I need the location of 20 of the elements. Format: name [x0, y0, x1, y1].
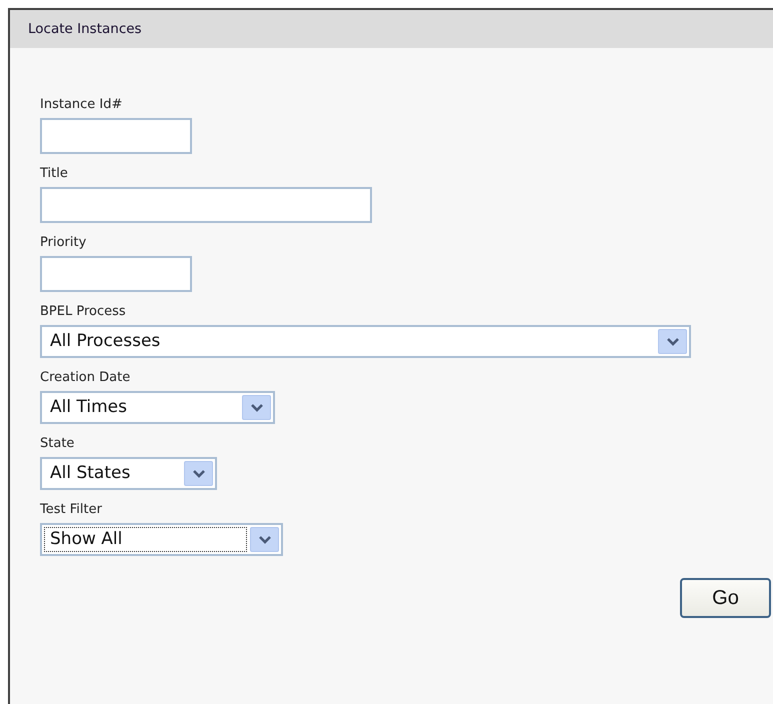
go-button[interactable]: Go [680, 578, 771, 618]
field-label: Title [40, 165, 69, 182]
dropdown[interactable]: Show All [40, 523, 283, 556]
chevron-down-icon[interactable] [184, 461, 213, 486]
panel-title: Locate Instances [28, 20, 142, 39]
dropdown[interactable]: All States [40, 457, 217, 490]
dropdown[interactable]: All Processes [40, 325, 691, 358]
field-label: Instance Id# [40, 96, 124, 113]
chevron-down-icon[interactable] [250, 527, 279, 552]
field-label: Test Filter [40, 501, 103, 518]
chevron-down-icon[interactable] [242, 395, 271, 420]
chevron-down-icon[interactable] [658, 329, 687, 354]
field-label: State [40, 435, 76, 452]
input-field[interactable] [40, 118, 192, 154]
dropdown[interactable]: All Times [40, 391, 275, 424]
field-label: Priority [40, 234, 88, 251]
input-field[interactable] [40, 187, 372, 223]
field-label: BPEL Process [40, 303, 127, 320]
input-field[interactable] [40, 256, 192, 292]
field-label: Creation Date [40, 369, 132, 386]
